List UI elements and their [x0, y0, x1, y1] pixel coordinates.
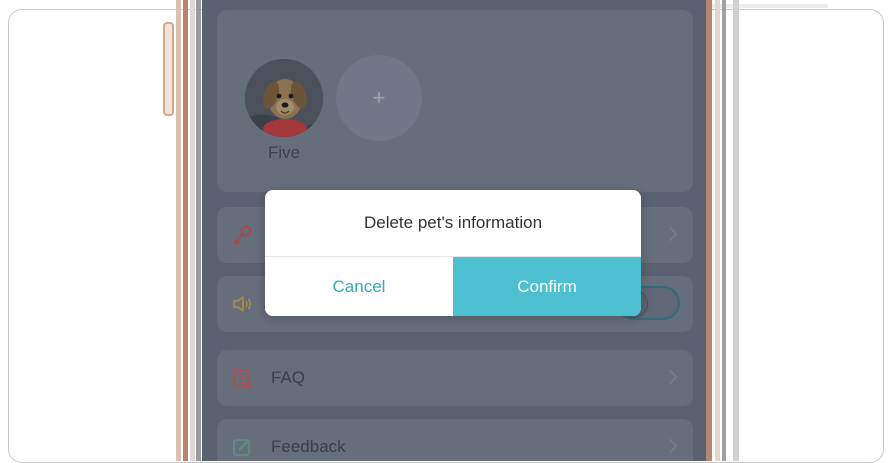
- plus-icon: +: [372, 85, 386, 110]
- phone-frame-left-edge: [183, 0, 188, 461]
- confirm-button[interactable]: Confirm: [453, 257, 641, 316]
- phone-frame-right-outer: [733, 0, 739, 461]
- feedback-icon: [231, 436, 253, 458]
- menu-item-faq[interactable]: FAQ: [217, 350, 693, 406]
- faq-icon: [231, 367, 253, 389]
- pets-panel: + Five: [217, 10, 693, 192]
- pet-avatar[interactable]: [245, 59, 323, 137]
- menu-item-label: FAQ: [271, 368, 306, 387]
- speaker-icon: [231, 293, 253, 315]
- phone-frame-left-inner: [190, 0, 195, 461]
- dog-photo-icon: [245, 59, 323, 137]
- menu-item-label: Feedback: [271, 437, 346, 456]
- phone-frame-right-inner: [722, 0, 726, 461]
- chevron-right-icon: [662, 369, 678, 385]
- cancel-button[interactable]: Cancel: [265, 257, 453, 316]
- phone-frame-right: [706, 0, 712, 461]
- menu-item-feedback[interactable]: Feedback: [217, 419, 693, 461]
- chevron-right-icon: [662, 226, 678, 242]
- phone-frame-left-bezel: [196, 0, 201, 461]
- add-pet-button[interactable]: +: [336, 55, 422, 141]
- key-icon: [231, 224, 253, 246]
- phone-frame-right-edge: [715, 0, 720, 461]
- phone-side-button: [163, 22, 174, 116]
- dialog-title: Delete pet's information: [265, 190, 641, 257]
- phone-frame-left: [176, 0, 181, 461]
- pet-name: Five: [267, 143, 301, 162]
- chevron-right-icon: [662, 438, 678, 454]
- delete-pet-dialog: Delete pet's information Cancel Confirm: [265, 190, 641, 316]
